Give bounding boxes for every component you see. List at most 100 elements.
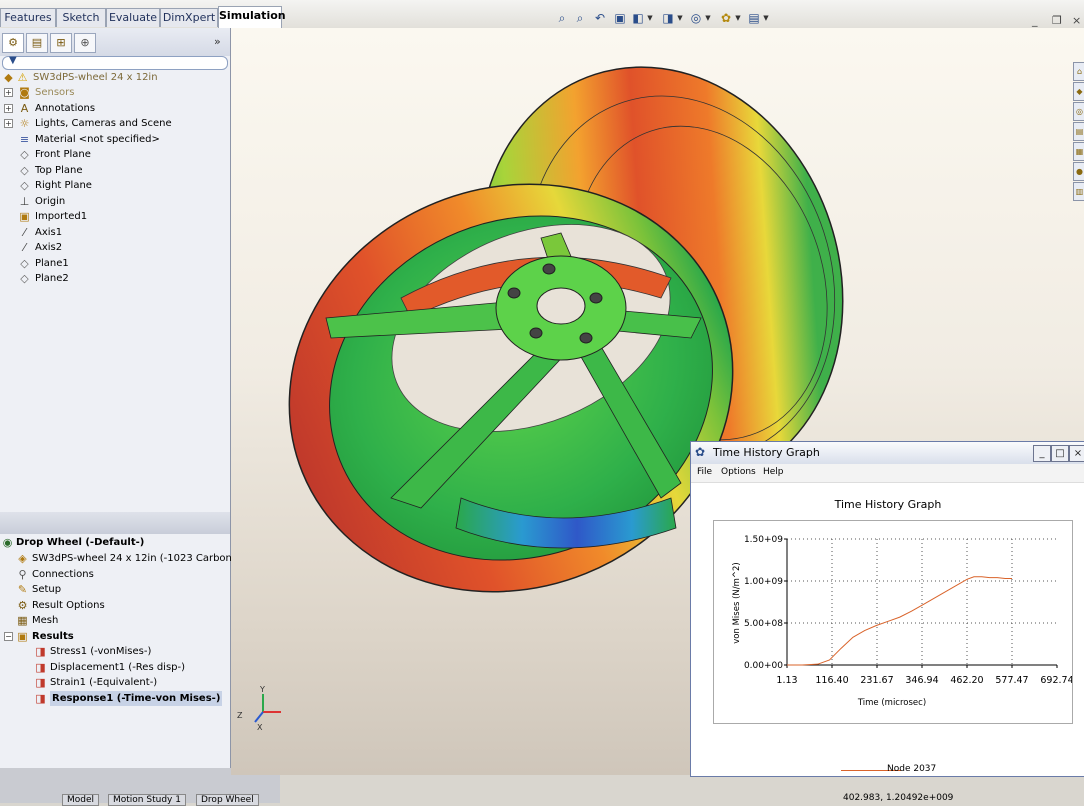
hide-show-icon[interactable]: ◎ bbox=[688, 10, 704, 26]
plane-icon: ◇ bbox=[20, 256, 29, 270]
graph-app-icon: ✿ bbox=[695, 445, 706, 459]
file-explorer-icon[interactable]: ▤ bbox=[1073, 122, 1084, 141]
y-tick-label: 1.00+09 bbox=[744, 577, 783, 587]
study-icon: ◉ bbox=[2, 536, 13, 549]
feature-tree-item-label: Lights, Cameras and Scene bbox=[35, 118, 172, 129]
feature-tree-item-label: Axis1 bbox=[35, 226, 63, 238]
chart-plot[interactable]: 0.00+00 5.00+08 1.00+09 1.50+09 1.13 116.40 23… bbox=[714, 521, 1074, 723]
tab-evaluate[interactable]: Evaluate bbox=[106, 8, 160, 27]
lights-icon: ☼ bbox=[19, 117, 30, 130]
triad-y-label: Y bbox=[259, 685, 265, 694]
custom-properties-icon[interactable]: ▥ bbox=[1073, 182, 1084, 201]
menu-help[interactable]: Help bbox=[763, 467, 784, 477]
close-icon[interactable]: × bbox=[1072, 14, 1081, 27]
warning-icon: ⚠ bbox=[17, 71, 28, 84]
setup-icon: ✎ bbox=[17, 583, 28, 596]
dimxpert-manager-tab-icon[interactable]: ⊕ bbox=[74, 33, 96, 53]
filter-icon: ▼ bbox=[9, 55, 17, 66]
chevron-down-icon[interactable]: ▼ bbox=[762, 10, 770, 26]
view-palette-icon[interactable]: ▦ bbox=[1073, 142, 1084, 161]
display-style-icon[interactable]: ◨ bbox=[660, 10, 676, 26]
y-tick-label: 0.00+00 bbox=[744, 661, 783, 671]
view-settings-icon[interactable]: ▤ bbox=[746, 10, 762, 26]
x-tick-label: 462.20 bbox=[950, 675, 983, 686]
expand-plus-icon[interactable]: + bbox=[4, 88, 13, 97]
minimize-button[interactable]: _ bbox=[1033, 445, 1051, 462]
annotations-icon: A bbox=[20, 101, 29, 115]
plane-icon: ◇ bbox=[20, 179, 29, 192]
simulation-tree-item-label: Response1 (-Time-von Mises-) bbox=[50, 690, 223, 706]
feature-tree-item-label: Annotations bbox=[35, 102, 96, 114]
property-manager-tab-icon[interactable]: ▤ bbox=[26, 33, 48, 53]
plot-icon: ◨ bbox=[35, 645, 46, 658]
tree-filter-input[interactable]: ▼ bbox=[2, 55, 228, 70]
appearances-icon[interactable]: ● bbox=[1073, 162, 1084, 181]
feature-tree-item-label: Front Plane bbox=[35, 149, 91, 160]
maximize-button[interactable]: □ bbox=[1051, 445, 1069, 462]
section-view-icon[interactable]: ▣ bbox=[612, 10, 628, 26]
chevron-down-icon[interactable]: ▼ bbox=[734, 10, 742, 26]
simulation-tree-item-label: Mesh bbox=[32, 615, 59, 626]
result-options-icon: ⚙ bbox=[17, 598, 28, 612]
study-tab[interactable]: Motion Study 1 bbox=[108, 794, 186, 806]
axis-icon: ⁄ bbox=[23, 241, 26, 254]
expand-plus-icon[interactable]: + bbox=[4, 119, 13, 128]
simulation-tree-item-label: Strain1 (-Equivalent-) bbox=[50, 677, 158, 688]
study-tab[interactable]: Drop Wheel bbox=[196, 794, 259, 806]
feature-tree-item-label: Plane2 bbox=[35, 273, 69, 284]
part-icon: ◆ bbox=[4, 71, 13, 84]
sensors-icon: ◙ bbox=[19, 86, 30, 99]
restore-icon[interactable]: ❐ bbox=[1052, 14, 1062, 27]
x-axis-label: Time (microsec) bbox=[857, 698, 926, 708]
y-tick-label: 5.00+08 bbox=[744, 619, 783, 629]
chevron-down-icon[interactable]: ▼ bbox=[676, 10, 684, 26]
home-icon[interactable]: ⌂ bbox=[1073, 62, 1084, 81]
part-icon: ◈ bbox=[18, 552, 27, 565]
chevron-down-icon[interactable]: ▼ bbox=[646, 10, 654, 26]
simulation-tree-item-label: Result Options bbox=[32, 599, 105, 611]
plot-icon: ◨ bbox=[35, 660, 46, 674]
design-library-icon[interactable]: ◎ bbox=[1073, 102, 1084, 121]
legend-label: Node 2037 bbox=[887, 764, 937, 774]
minimize-icon[interactable]: _ bbox=[1032, 14, 1038, 27]
tab-dimxpert[interactable]: DimXpert bbox=[160, 8, 218, 27]
study-tab[interactable]: Model bbox=[62, 794, 100, 806]
document-window-controls: _ ❐ × bbox=[1030, 14, 1084, 28]
x-tick-label: 116.40 bbox=[815, 675, 848, 686]
configuration-manager-tab-icon[interactable]: ⊞ bbox=[50, 33, 72, 53]
simulation-tree-item-label: Displacement1 (-Res disp-) bbox=[50, 661, 186, 673]
menu-options[interactable]: Options bbox=[721, 467, 756, 477]
x-tick-label: 346.94 bbox=[905, 675, 938, 686]
resources-icon[interactable]: ◆ bbox=[1073, 82, 1084, 101]
menu-file[interactable]: File bbox=[697, 467, 712, 477]
y-tick-label: 1.50+09 bbox=[744, 535, 783, 545]
previous-view-icon[interactable]: ↶ bbox=[592, 10, 608, 26]
simulation-tree-item-label: Setup bbox=[32, 584, 62, 595]
tab-sketch[interactable]: Sketch bbox=[56, 8, 106, 27]
tab-features[interactable]: Features bbox=[0, 8, 56, 27]
mesh-icon: ▦ bbox=[17, 614, 28, 627]
feature-manager-tab-icon[interactable]: ⚙ bbox=[2, 33, 24, 53]
window-title: Time History Graph bbox=[713, 446, 820, 459]
edit-appearance-icon[interactable]: ✿ bbox=[718, 10, 734, 26]
window-title-bar[interactable]: ✿ Time History Graph _ □ × bbox=[691, 442, 1084, 465]
x-tick-label: 1.13 bbox=[776, 675, 797, 686]
manager-tabs: ⚙ ▤ ⊞ ⊕ » bbox=[0, 28, 230, 56]
collapse-minus-icon[interactable]: − bbox=[4, 631, 13, 641]
close-button[interactable]: × bbox=[1069, 445, 1084, 462]
triad-x-label: X bbox=[257, 723, 263, 732]
y-axis-label: von Mises (N/m^2) bbox=[732, 562, 742, 643]
window-menu-bar: File Options Help bbox=[691, 464, 1084, 483]
zoom-to-fit-icon[interactable]: ⌕ bbox=[554, 10, 570, 26]
view-orientation-icon[interactable]: ◧ bbox=[630, 10, 646, 26]
tab-simulation[interactable]: Simulation bbox=[218, 6, 286, 28]
chevron-down-icon[interactable]: ▼ bbox=[704, 10, 712, 26]
x-tick-label: 577.47 bbox=[995, 675, 1028, 686]
zoom-area-icon[interactable]: ⌕ bbox=[572, 10, 588, 26]
feature-tree-item-label: Axis2 bbox=[35, 242, 63, 253]
expand-chevron-icon[interactable]: » bbox=[214, 35, 221, 48]
material-icon: ≡ bbox=[19, 132, 30, 146]
expand-plus-icon[interactable]: + bbox=[4, 103, 13, 113]
panel-splitter[interactable] bbox=[0, 512, 230, 534]
results-folder-icon: ▣ bbox=[17, 629, 28, 643]
